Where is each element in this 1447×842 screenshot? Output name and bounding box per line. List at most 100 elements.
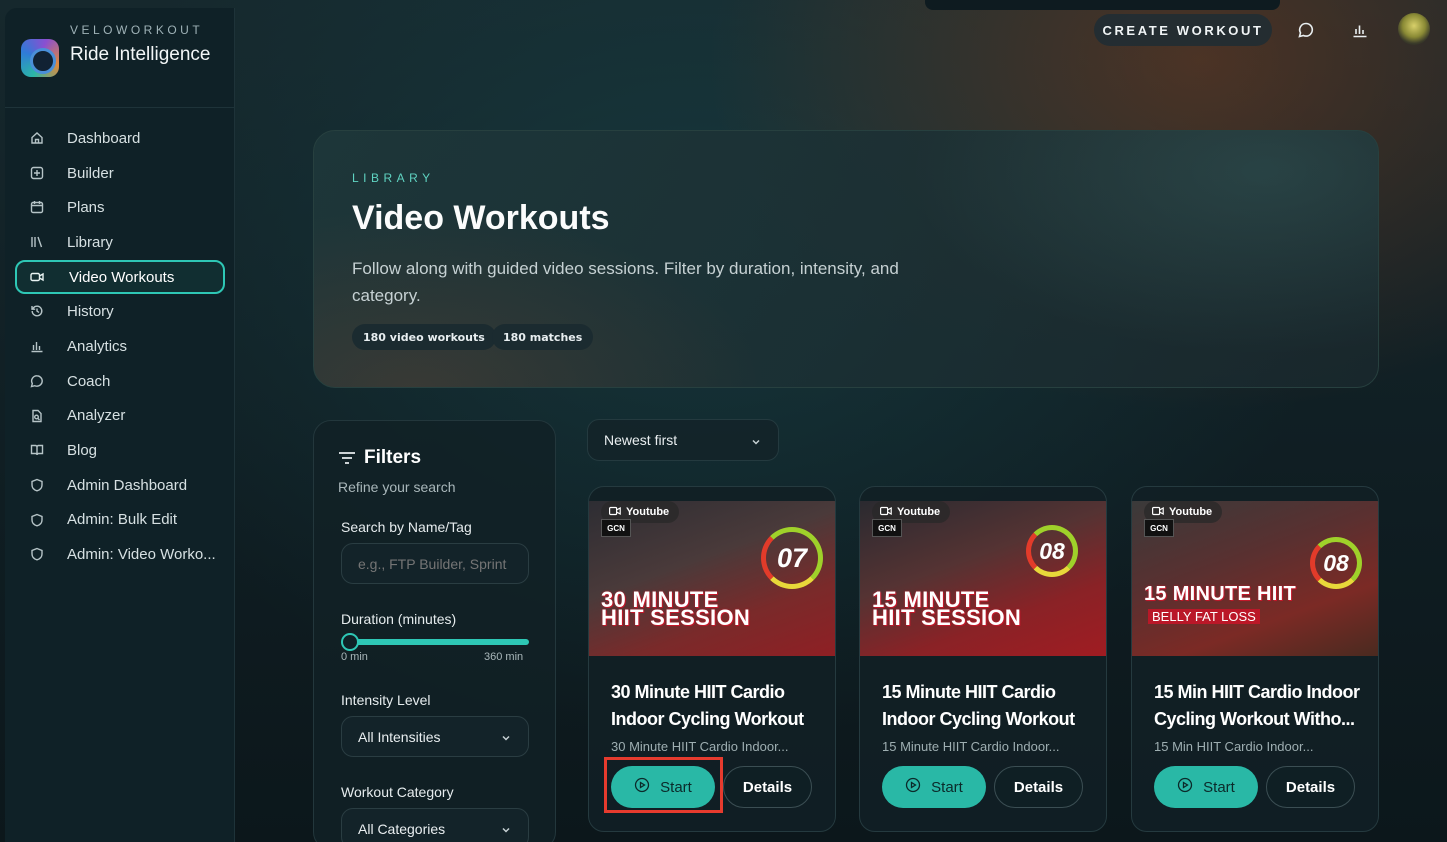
page-title: Video Workouts <box>352 199 610 237</box>
intensity-select[interactable]: All Intensities <box>341 716 529 757</box>
source-label: Youtube <box>897 506 941 518</box>
sort-select-value: Newest first <box>604 432 678 448</box>
chevron-down-icon <box>500 823 512 835</box>
category-select[interactable]: All Categories <box>341 808 529 842</box>
shield-icon <box>30 547 44 561</box>
sidebar-item-history[interactable]: History <box>15 294 225 329</box>
chat-icon <box>30 374 44 388</box>
hero-panel: LIBRARY Video Workouts Follow along with… <box>313 130 1379 388</box>
sidebar-item-admin-video-workouts[interactable]: Admin: Video Worko... <box>15 537 225 572</box>
start-button[interactable]: Start <box>882 766 986 808</box>
sidebar-item-coach[interactable]: Coach <box>15 364 225 399</box>
sidebar-item-library[interactable]: Library <box>15 225 225 260</box>
file-analyze-icon <box>30 409 44 423</box>
video-thumbnail[interactable]: Youtube GCN 08 15 MINUTE HIIT SESSION <box>860 487 1106 656</box>
video-card: Youtube GCN 08 15 MINUTE HIIT BELLY FAT … <box>1131 486 1379 832</box>
thumbnail-text-line2: HIIT SESSION <box>872 605 1022 630</box>
thumbnail-text-line1: 15 MINUTE HIIT <box>1144 583 1296 605</box>
sort-select[interactable]: Newest first <box>587 419 779 461</box>
gcn-logo: GCN <box>872 519 902 537</box>
sidebar-item-label: Library <box>67 233 113 251</box>
play-circle-icon <box>1177 777 1193 797</box>
video-icon <box>30 270 44 284</box>
shield-icon <box>30 513 44 527</box>
video-icon <box>880 506 892 519</box>
video-icon <box>609 506 621 519</box>
details-button[interactable]: Details <box>723 766 812 808</box>
duration-max-label: 360 min <box>484 651 524 663</box>
calendar-icon <box>30 200 44 214</box>
search-label: Search by Name/Tag <box>341 519 472 535</box>
duration-slider-thumb[interactable] <box>341 633 359 651</box>
sidebar-item-analyzer[interactable]: Analyzer <box>15 399 225 434</box>
history-icon <box>30 304 44 318</box>
video-card: Youtube GCN 07 30 MINUTE HIIT SESSION 30… <box>588 486 836 832</box>
home-icon <box>30 131 44 145</box>
sidebar-item-label: Plans <box>67 199 105 217</box>
start-button[interactable]: Start <box>1154 766 1258 808</box>
video-title: 30 Minute HIIT Cardio Indoor Cycling Wor… <box>611 682 804 729</box>
duration-slider-track[interactable] <box>344 639 529 645</box>
episode-number: 08 <box>1026 525 1078 577</box>
avatar[interactable] <box>1398 13 1430 45</box>
book-icon <box>30 443 44 457</box>
source-label: Youtube <box>1169 506 1213 518</box>
video-thumbnail[interactable]: Youtube GCN 08 15 MINUTE HIIT BELLY FAT … <box>1132 487 1378 656</box>
thumbnail-text-line2: HIIT SESSION <box>601 605 751 630</box>
analytics-icon[interactable] <box>1350 20 1370 40</box>
sidebar-item-label: Dashboard <box>67 129 141 147</box>
sidebar-item-label: Analyzer <box>67 407 126 425</box>
sidebar-item-analytics[interactable]: Analytics <box>15 329 225 364</box>
sidebar-item-plans[interactable]: Plans <box>15 190 225 225</box>
hero-description: Follow along with guided video sessions.… <box>352 259 899 305</box>
brand-logo[interactable] <box>21 39 59 77</box>
sidebar-item-label: Admin: Video Worko... <box>67 546 216 564</box>
chat-icon[interactable] <box>1296 20 1316 40</box>
sidebar-item-admin-dashboard[interactable]: Admin Dashboard <box>15 468 225 503</box>
details-button[interactable]: Details <box>994 766 1083 808</box>
filters-panel: Filters Refine your search Search by Nam… <box>313 420 556 842</box>
filter-icon <box>338 451 356 465</box>
video-title: 15 Minute HIIT Cardio Indoor Cycling Wor… <box>882 682 1075 729</box>
play-circle-icon <box>905 777 921 797</box>
search-input[interactable] <box>341 543 529 584</box>
video-card: Youtube GCN 08 15 MINUTE HIIT SESSION 15… <box>859 486 1107 832</box>
sidebar-item-dashboard[interactable]: Dashboard <box>15 121 225 156</box>
details-button[interactable]: Details <box>1266 766 1355 808</box>
sidebar-item-label: History <box>67 303 114 321</box>
brand: VELOWORKOUT Ride Intelligence <box>5 8 235 108</box>
episode-number: 07 <box>761 527 823 589</box>
chevron-down-icon <box>750 435 762 447</box>
video-description: 15 Minute HIIT Cardio Indoor... <box>882 739 1060 754</box>
intensity-select-value: All Intensities <box>358 728 441 745</box>
sidebar-item-label: Admin: Bulk Edit <box>67 511 178 529</box>
sidebar-item-blog[interactable]: Blog <box>15 433 225 468</box>
filters-subtitle: Refine your search <box>338 479 456 495</box>
sidebar: VELOWORKOUT Ride Intelligence Dashboard … <box>5 8 235 842</box>
sidebar-item-label: Coach <box>67 372 111 390</box>
sidebar-item-video-workouts[interactable]: Video Workouts <box>15 259 225 295</box>
play-circle-icon <box>634 777 650 797</box>
sidebar-item-label: Video Workouts <box>69 268 175 286</box>
sidebar-item-label: Analytics <box>67 337 128 355</box>
category-label: Workout Category <box>341 784 454 800</box>
matches-count-badge: 180 matches <box>492 324 594 350</box>
sidebar-item-label: Blog <box>67 442 98 460</box>
gcn-logo: GCN <box>601 519 631 537</box>
video-thumbnail[interactable]: Youtube GCN 07 30 MINUTE HIIT SESSION <box>589 487 835 656</box>
filters-title: Filters <box>364 447 422 468</box>
shield-icon <box>30 478 44 492</box>
sidebar-item-label: Builder <box>67 164 114 182</box>
bar-chart-icon <box>30 339 44 353</box>
start-button-label: Start <box>931 778 963 796</box>
duration-label: Duration (minutes) <box>341 611 457 627</box>
plus-square-icon <box>30 166 44 180</box>
sidebar-item-builder[interactable]: Builder <box>15 156 225 191</box>
create-workout-button[interactable]: CREATE WORKOUT <box>1094 14 1272 46</box>
thumbnail-subtext: BELLY FAT LOSS <box>1148 609 1260 624</box>
source-label: Youtube <box>626 506 670 518</box>
library-icon <box>30 235 44 249</box>
start-button[interactable]: Start <box>611 766 715 808</box>
sidebar-item-admin-bulk-edit[interactable]: Admin: Bulk Edit <box>15 503 225 538</box>
duration-min-label: 0 min <box>341 651 368 663</box>
